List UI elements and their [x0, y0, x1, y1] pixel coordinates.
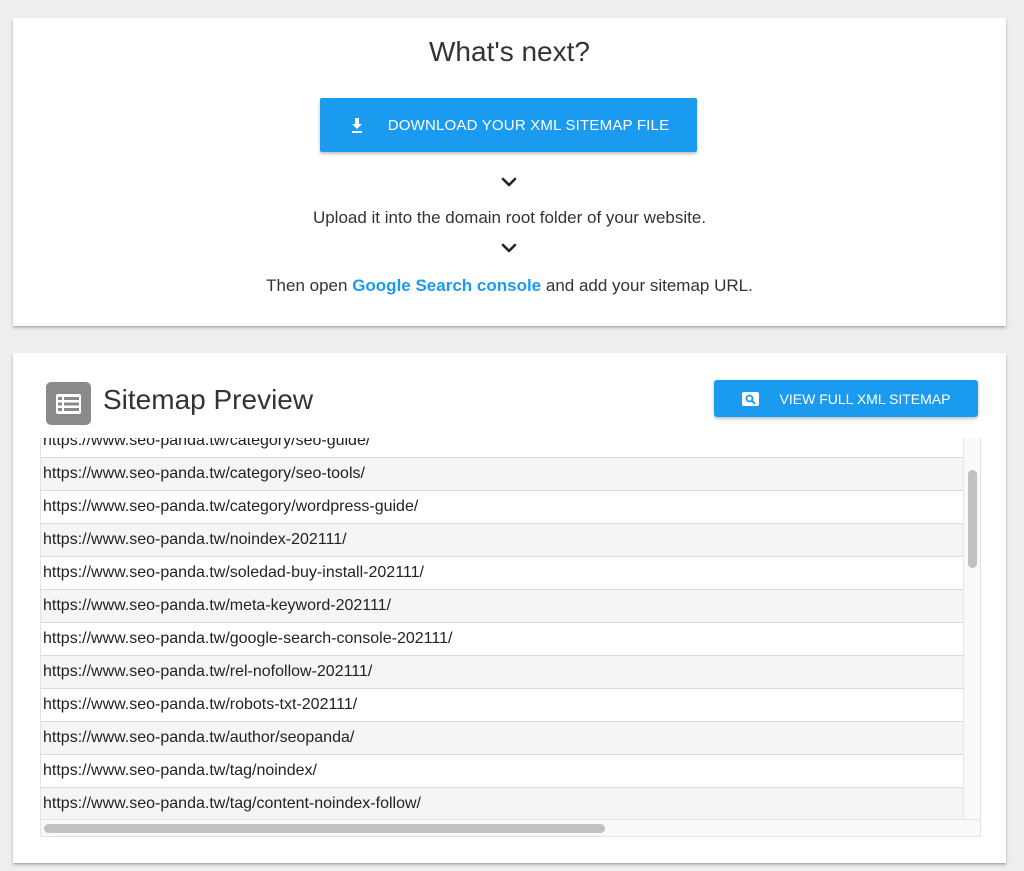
list-icon: [46, 382, 91, 425]
url-row: https://www.seo-panda.tw/google-search-c…: [41, 623, 963, 656]
url-row: https://www.seo-panda.tw/category/wordpr…: [41, 491, 963, 524]
view-full-xml-sitemap-button[interactable]: VIEW FULL XML SITEMAP: [714, 380, 978, 417]
sitemap-preview-title: Sitemap Preview: [103, 384, 314, 415]
chevron-down-icon: [501, 177, 517, 187]
horizontal-scrollbar-thumb[interactable]: [44, 824, 605, 833]
url-row: https://www.seo-panda.tw/category/seo-to…: [41, 458, 963, 491]
url-row: https://www.seo-panda.tw/tag/content-noi…: [41, 788, 963, 821]
sitemap-url-list[interactable]: https://www.seo-panda.tw/category/seo-gu…: [40, 438, 981, 837]
vertical-scrollbar[interactable]: [963, 438, 980, 820]
url-rows: https://www.seo-panda.tw/category/seo-gu…: [41, 438, 963, 821]
url-row: https://www.seo-panda.tw/meta-keyword-20…: [41, 590, 963, 623]
vertical-scrollbar-thumb[interactable]: [968, 470, 977, 568]
list-glyph-icon: [56, 393, 81, 414]
instruction-prefix: Then open: [266, 276, 353, 295]
download-sitemap-button[interactable]: DOWNLOAD YOUR XML SITEMAP FILE: [320, 98, 697, 152]
sitemap-preview-card: Sitemap Preview VIEW FULL XML SITEMAP ht…: [13, 353, 1006, 863]
url-row: https://www.seo-panda.tw/tag/noindex/: [41, 755, 963, 788]
search-console-instruction: Then open Google Search console and add …: [13, 276, 1006, 296]
search-icon: [741, 391, 759, 406]
url-row: https://www.seo-panda.tw/author/seopanda…: [41, 722, 963, 755]
url-row: https://www.seo-panda.tw/rel-nofollow-20…: [41, 656, 963, 689]
view-full-xml-sitemap-label: VIEW FULL XML SITEMAP: [779, 390, 951, 407]
instruction-suffix: and add your sitemap URL.: [541, 276, 753, 295]
download-sitemap-label: DOWNLOAD YOUR XML SITEMAP FILE: [387, 116, 670, 134]
url-row: https://www.seo-panda.tw/soledad-buy-ins…: [41, 557, 963, 590]
horizontal-scrollbar[interactable]: [41, 819, 980, 836]
google-search-console-link[interactable]: Google Search console: [352, 276, 541, 295]
download-icon: [351, 118, 362, 133]
url-row: https://www.seo-panda.tw/category/seo-gu…: [41, 438, 963, 458]
url-row: https://www.seo-panda.tw/robots-txt-2021…: [41, 689, 963, 722]
upload-instruction: Upload it into the domain root folder of…: [312, 208, 707, 227]
chevron-down-icon: [501, 243, 517, 253]
url-row: https://www.seo-panda.tw/noindex-202111/: [41, 524, 963, 557]
whats-next-card: What's next? DOWNLOAD YOUR XML SITEMAP F…: [13, 18, 1006, 326]
whats-next-title: What's next?: [429, 36, 590, 67]
